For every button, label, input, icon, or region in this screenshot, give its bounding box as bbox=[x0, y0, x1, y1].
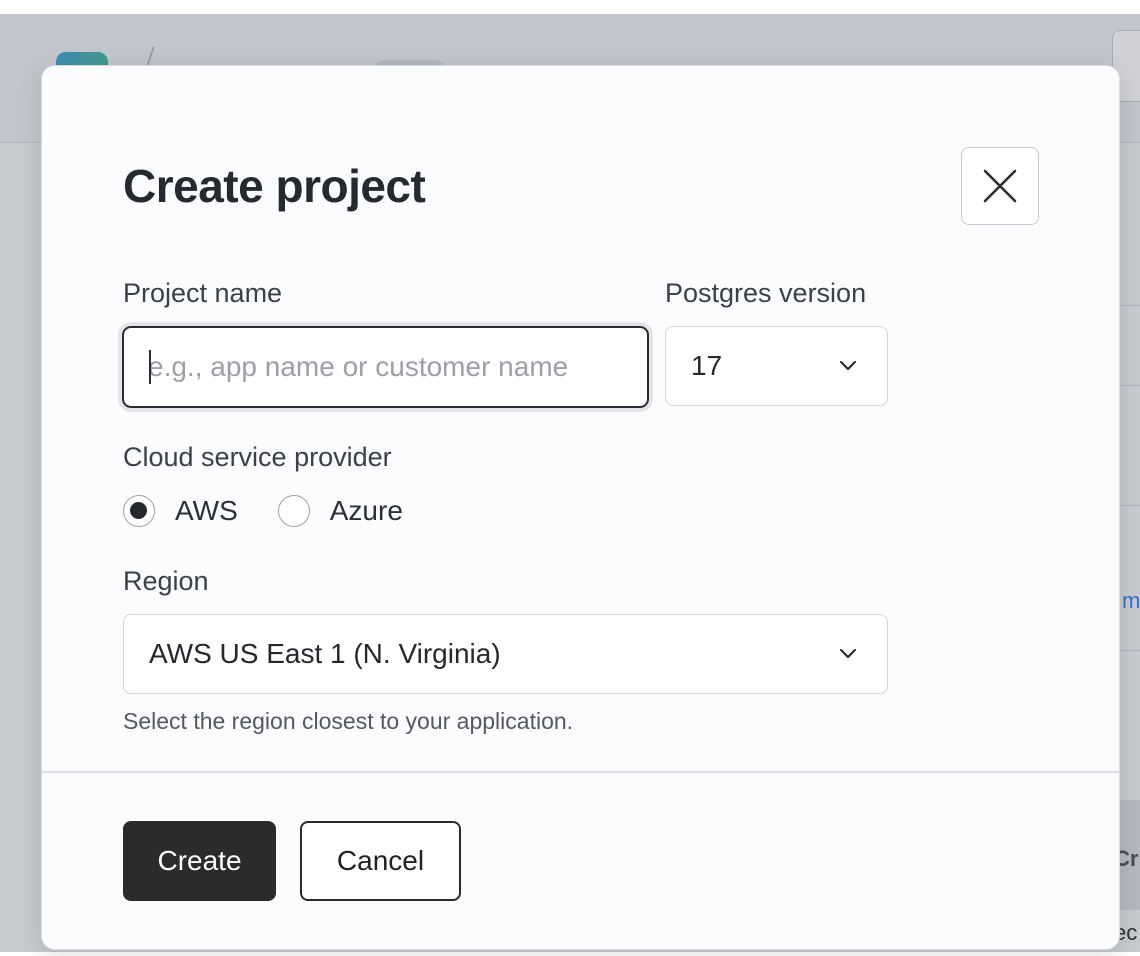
browser-top-strip bbox=[0, 0, 1140, 14]
close-button[interactable] bbox=[961, 147, 1039, 225]
region-label: Region bbox=[123, 566, 209, 596]
postgres-version-select[interactable]: 17 bbox=[665, 326, 888, 406]
cloud-provider-radio-group: AWS Azure bbox=[123, 491, 443, 531]
azure-radio[interactable] bbox=[277, 495, 310, 527]
project-name-field[interactable] bbox=[122, 326, 649, 408]
region-helper-text: Select the region closest to your applic… bbox=[123, 708, 574, 734]
region-value: AWS US East 1 (N. Virginia) bbox=[149, 638, 501, 669]
project-name-label: Project name bbox=[123, 278, 283, 308]
azure-radio-label: Azure bbox=[329, 495, 403, 526]
chevron-down-icon bbox=[839, 648, 857, 659]
project-name-input[interactable] bbox=[124, 328, 647, 406]
postgres-version-value: 17 bbox=[691, 350, 723, 381]
aws-radio[interactable] bbox=[123, 495, 155, 527]
dialog-title: Create project bbox=[123, 160, 426, 212]
region-select[interactable]: AWS US East 1 (N. Virginia) bbox=[123, 614, 888, 694]
create-project-dialog: Create project Project name Postgres ver… bbox=[41, 65, 1120, 950]
create-button[interactable]: Create bbox=[123, 821, 276, 901]
close-icon bbox=[983, 169, 1017, 203]
dialog-footer-divider bbox=[42, 771, 1119, 773]
cancel-button[interactable]: Cancel bbox=[300, 821, 461, 901]
text-cursor bbox=[149, 350, 151, 384]
chevron-down-icon bbox=[839, 360, 857, 371]
radio-option-azure[interactable]: Azure bbox=[277, 495, 403, 527]
aws-radio-label: AWS bbox=[175, 495, 238, 526]
postgres-version-label: Postgres version bbox=[665, 278, 867, 308]
radio-option-aws[interactable]: AWS bbox=[123, 495, 238, 527]
cloud-provider-label: Cloud service provider bbox=[123, 442, 392, 472]
